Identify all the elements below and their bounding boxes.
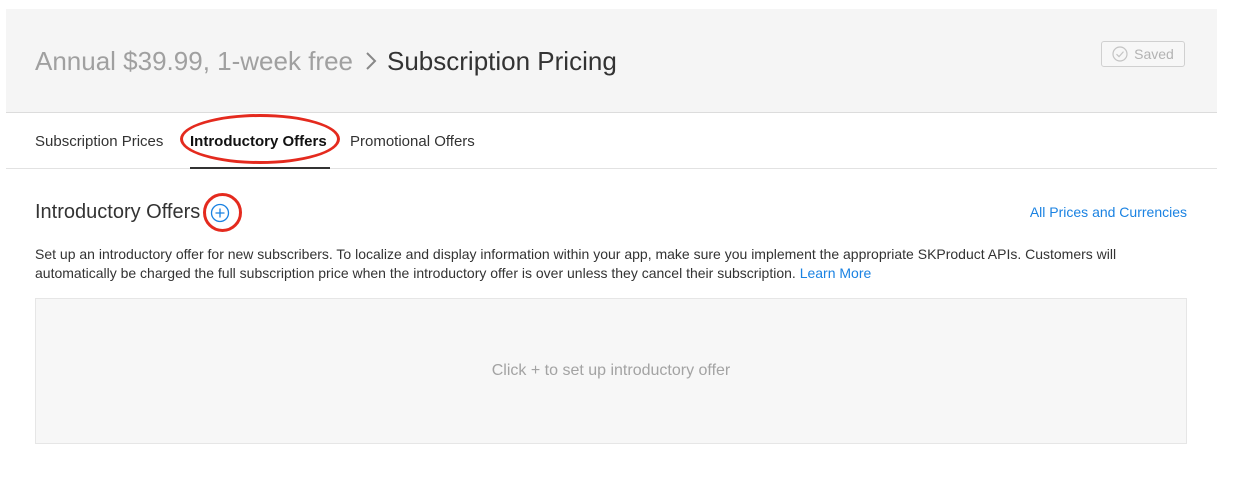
saved-label: Saved: [1134, 46, 1174, 62]
description-text: Set up an introductory offer for new sub…: [35, 246, 1117, 281]
check-circle-icon: [1112, 46, 1128, 62]
tab-subscription-prices[interactable]: Subscription Prices: [35, 133, 163, 151]
learn-more-link[interactable]: Learn More: [800, 265, 872, 281]
tab-promotional-offers[interactable]: Promotional Offers: [350, 133, 475, 151]
all-prices-link[interactable]: All Prices and Currencies: [1030, 204, 1187, 220]
saved-button[interactable]: Saved: [1101, 41, 1185, 67]
page-header: Annual $39.99, 1-week free Subscription …: [6, 9, 1217, 113]
empty-state-panel: Click + to set up introductory offer: [35, 298, 1187, 444]
breadcrumb: Annual $39.99, 1-week free Subscription …: [35, 45, 617, 77]
active-tab-indicator: [190, 167, 330, 169]
empty-state-text: Click + to set up introductory offer: [491, 362, 731, 379]
breadcrumb-parent[interactable]: Annual $39.99, 1-week free: [35, 45, 353, 77]
section-title: Introductory Offers: [35, 201, 201, 223]
tab-bar: Subscription Prices Introductory Offers …: [6, 113, 1217, 169]
plus-circle-icon[interactable]: [210, 203, 230, 223]
section-description: Set up an introductory offer for new sub…: [35, 245, 1195, 283]
tab-introductory-offers[interactable]: Introductory Offers: [190, 133, 327, 151]
chevron-right-icon: [365, 51, 377, 71]
page-title: Subscription Pricing: [387, 46, 617, 76]
